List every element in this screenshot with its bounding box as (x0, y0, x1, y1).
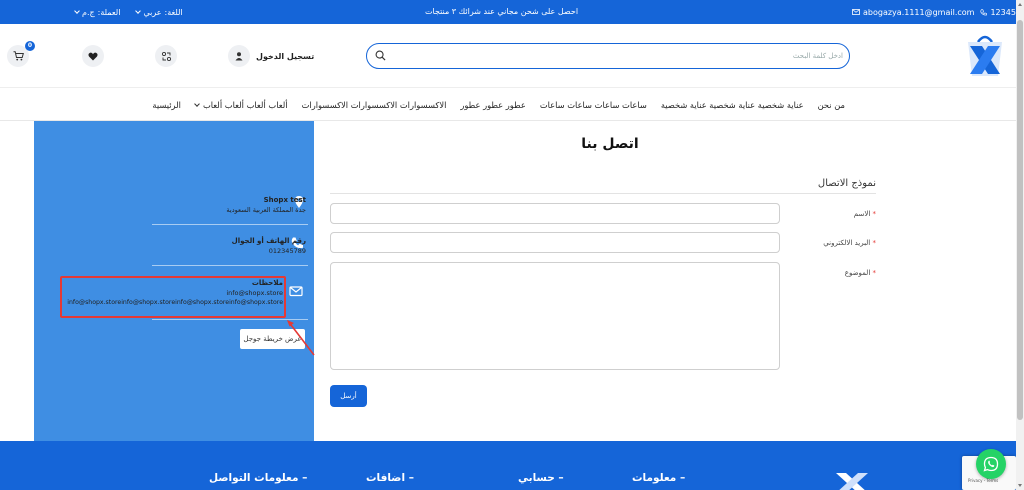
form-title-divider (330, 193, 876, 194)
mail-icon (289, 286, 303, 297)
search-bar[interactable] (366, 43, 850, 69)
phone-block: رقم الهاتف أو الجوال 012345789 (146, 236, 306, 256)
phone-value: 012345789 (268, 247, 306, 255)
email-input[interactable] (330, 232, 780, 253)
currency-label: العملة: (97, 7, 121, 17)
nav-item-label: الرئيسية (152, 100, 181, 110)
topbar-contacts: abogazya.1111@gmail.com 123456789 (852, 0, 1024, 24)
search-icon[interactable] (375, 50, 386, 61)
nav-item-label: ألعاب ألعاب ألعاب ألعاب (202, 100, 288, 110)
contact-form-title: نموذج الاتصال (817, 178, 876, 189)
nav-item-accessories[interactable]: الاكسسوارات الاكسسوارات الاكسسوارات (302, 100, 447, 110)
address-value: جدة المملكة العربية السعودية (226, 206, 306, 214)
subject-label-text: الموضوع (844, 269, 871, 277)
page-title: اتصل بنا (581, 136, 639, 152)
nav-item-label: الاكسسوارات الاكسسوارات الاكسسوارات (301, 100, 447, 110)
top-bar: abogazya.1111@gmail.com 123456789 احصل ع… (0, 0, 1024, 24)
mail-icon (852, 9, 860, 15)
subject-label: * الموضوع (790, 269, 876, 277)
login-label: تسجيل الدخول (256, 51, 315, 61)
chevron-down-icon (194, 101, 200, 107)
language-selector[interactable]: اللغة: عربي (135, 7, 183, 17)
divider (152, 265, 308, 266)
phone-title: رقم الهاتف أو الجوال (231, 237, 306, 245)
compare-icon[interactable] (155, 45, 177, 67)
subject-textarea[interactable] (330, 262, 780, 370)
currency-value: ج.م (82, 7, 95, 17)
footer-logo-icon (836, 473, 868, 490)
email-label: * البريد الالكتروني (790, 239, 876, 247)
nav-list: الرئيسية ألعاب ألعاب ألعاب ألعاب الاكسسو… (152, 89, 845, 121)
scrollbar-thumb[interactable] (1017, 20, 1023, 420)
nav-item-watches[interactable]: ساعات ساعات ساعات ساعات (540, 100, 647, 110)
nav-item-label: عناية شخصية عناية شخصية عناية شخصية (660, 100, 804, 110)
page-scrollbar[interactable] (1016, 0, 1024, 490)
login-link[interactable]: تسجيل الدخول (228, 44, 314, 68)
topbar-selectors: اللغة: عربي العملة: ج.م (74, 0, 183, 24)
footer-col-contact: – معلومات التواصل (209, 472, 308, 484)
nav-item-label: ساعات ساعات ساعات ساعات (539, 100, 647, 110)
currency-selector[interactable]: العملة: ج.م (74, 7, 121, 17)
promo-text: احصل على شحن مجاني عند شرائك ٣ منتجات (425, 7, 579, 16)
scroll-up-icon[interactable] (1018, 3, 1022, 6)
chevron-down-icon (135, 8, 142, 14)
footer-col-extras: – اضافات (366, 472, 414, 484)
footer-col-info: – معلومات (632, 472, 686, 484)
annotation-highlight-box (60, 276, 286, 318)
shopx-logo-icon[interactable] (962, 30, 1008, 80)
topbar-email-text: abogazya.1111@gmail.com (863, 7, 975, 17)
required-mark: * (872, 210, 877, 218)
address-title: Shopx test (263, 196, 306, 204)
nav-item-label: عطور عطور عطور (460, 100, 526, 110)
name-label-text: الاسم (853, 210, 871, 218)
name-input[interactable] (330, 203, 780, 224)
cart-count-badge: 0 (25, 41, 35, 51)
address-block: Shopx test جدة المملكة العربية السعودية (146, 195, 306, 215)
submit-button[interactable]: أرسل (330, 385, 367, 407)
nav-item-about[interactable]: من نحن (818, 100, 845, 110)
nav-item-home[interactable]: الرئيسية (152, 100, 181, 110)
required-mark: * (872, 239, 877, 247)
user-icon (228, 45, 250, 67)
name-label: * الاسم (790, 210, 876, 218)
whatsapp-icon (983, 456, 999, 472)
cart-icon (13, 51, 24, 61)
nav-item-toys[interactable]: ألعاب ألعاب ألعاب ألعاب (194, 100, 288, 110)
cart-button[interactable]: 0 (7, 41, 35, 67)
search-input[interactable] (393, 47, 843, 65)
main-nav: الرئيسية ألعاب ألعاب ألعاب ألعاب الاكسسو… (0, 89, 1016, 121)
chevron-down-icon (74, 8, 80, 14)
heart-icon[interactable] (82, 45, 104, 67)
required-mark: * (872, 269, 877, 277)
scroll-down-icon[interactable] (1018, 484, 1022, 487)
nav-item-personal-care[interactable]: عناية شخصية عناية شخصية عناية شخصية (661, 100, 804, 110)
language-label: اللغة: (164, 7, 183, 17)
footer-col-account: – حسابي (518, 472, 564, 484)
phone-icon (980, 8, 988, 15)
divider (152, 224, 308, 225)
nav-item-label: من نحن (817, 100, 845, 110)
nav-item-perfumes[interactable]: عطور عطور عطور (460, 100, 525, 110)
whatsapp-button[interactable] (976, 449, 1006, 479)
language-value: عربي (143, 7, 162, 17)
email-label-text: البريد الالكتروني (823, 239, 871, 247)
topbar-email[interactable]: abogazya.1111@gmail.com (852, 8, 974, 17)
annotation-arrow-icon (287, 320, 315, 356)
